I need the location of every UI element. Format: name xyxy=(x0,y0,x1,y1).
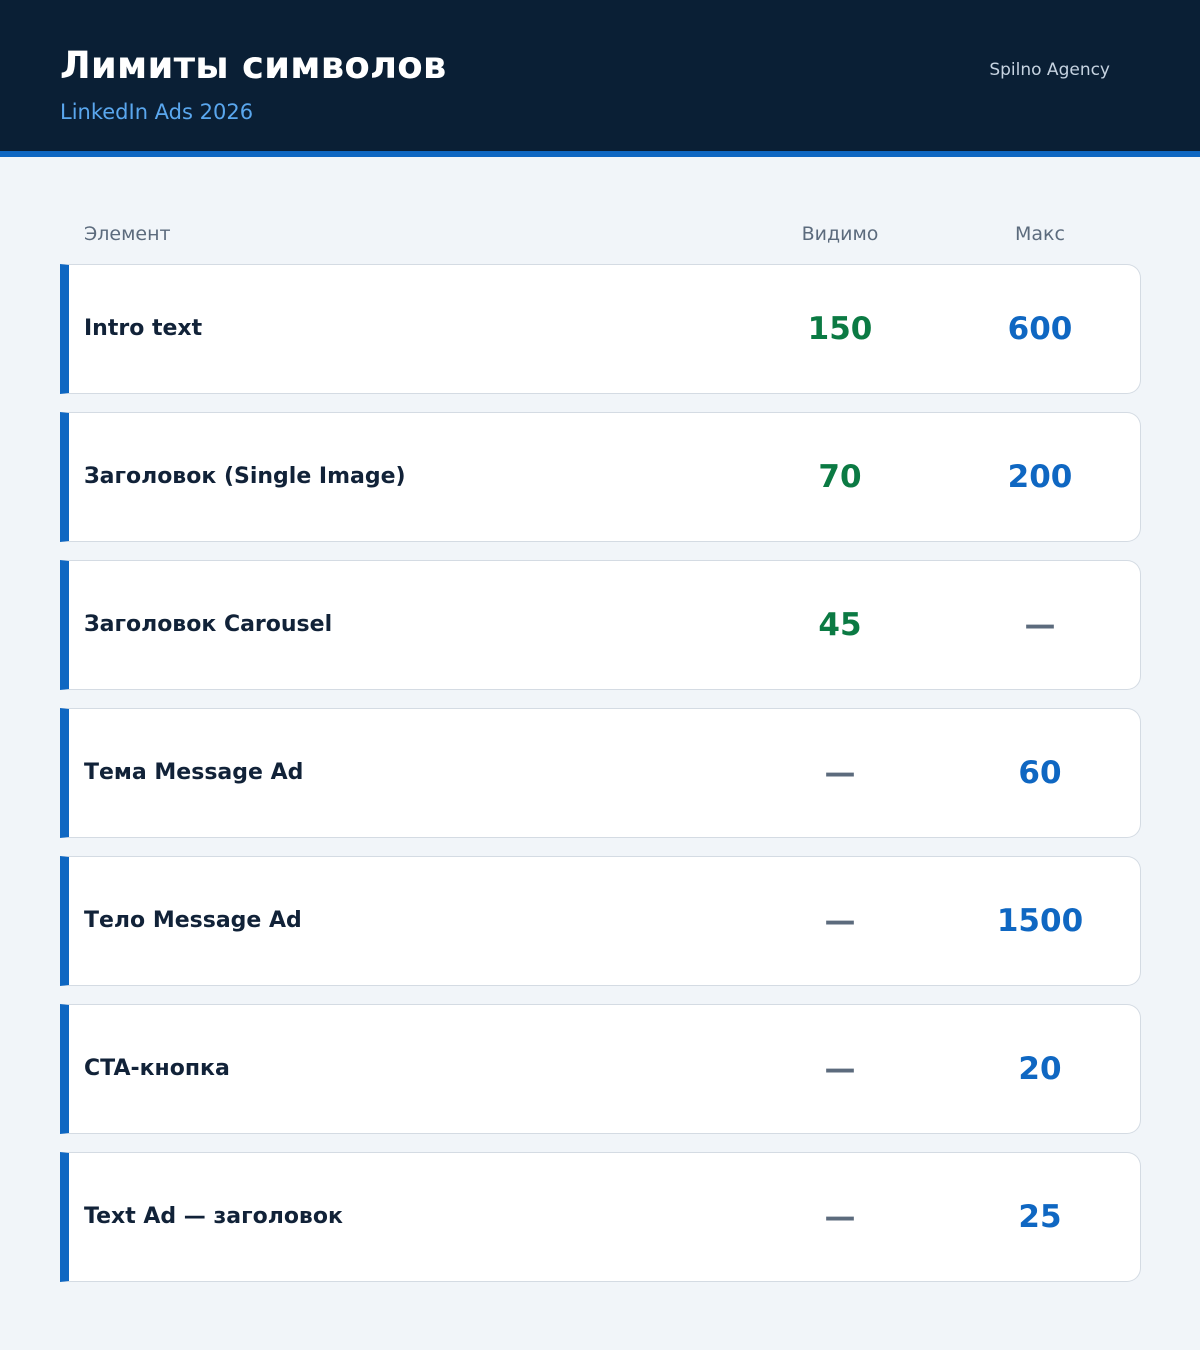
row-element-label: Intro text xyxy=(84,316,203,341)
table-row: Text Ad — заголовок — 25 xyxy=(60,1152,1141,1282)
row-max-value: 25 xyxy=(1018,1199,1062,1235)
row-element-label: Тело Message Ad xyxy=(84,908,302,933)
row-max-value: 60 xyxy=(1018,755,1062,791)
row-visible-value: 70 xyxy=(818,459,862,495)
row-max-value: 1500 xyxy=(996,903,1084,939)
row-visible-value: — xyxy=(824,1199,856,1235)
column-header-visible: Видимо xyxy=(801,223,879,245)
page-subtitle: LinkedIn Ads 2026 xyxy=(60,100,254,124)
table-row: Intro text 150 600 xyxy=(60,264,1141,394)
column-header-element: Элемент xyxy=(84,223,171,245)
row-visible-value: — xyxy=(824,1051,856,1087)
table-row: Заголовок Carousel 45 — xyxy=(60,560,1141,690)
page-header: Лимиты символов LinkedIn Ads 2026 Spilno… xyxy=(0,0,1200,157)
row-max-value: 20 xyxy=(1018,1051,1062,1087)
table-row: CTA-кнопка — 20 xyxy=(60,1004,1141,1134)
row-visible-value: — xyxy=(824,755,856,791)
row-element-label: Text Ad — заголовок xyxy=(84,1204,343,1229)
row-max-value: — xyxy=(1024,607,1056,643)
row-visible-value: — xyxy=(824,903,856,939)
table-row: Заголовок (Single Image) 70 200 xyxy=(60,412,1141,542)
row-visible-value: 45 xyxy=(818,607,862,643)
row-max-value: 600 xyxy=(1007,311,1073,347)
row-element-label: Тема Message Ad xyxy=(84,760,304,785)
limits-table: Intro text 150 600 Заголовок (Single Ima… xyxy=(60,264,1141,1300)
row-element-label: Заголовок Carousel xyxy=(84,612,333,637)
table-row: Тема Message Ad — 60 xyxy=(60,708,1141,838)
page-title: Лимиты символов xyxy=(60,44,447,87)
row-visible-value: 150 xyxy=(807,311,873,347)
brand-name: Spilno Agency xyxy=(989,60,1110,80)
row-max-value: 200 xyxy=(1007,459,1073,495)
row-element-label: Заголовок (Single Image) xyxy=(84,464,406,489)
table-row: Тело Message Ad — 1500 xyxy=(60,856,1141,986)
column-header-max: Макс xyxy=(1015,223,1065,245)
row-element-label: CTA-кнопка xyxy=(84,1056,230,1081)
